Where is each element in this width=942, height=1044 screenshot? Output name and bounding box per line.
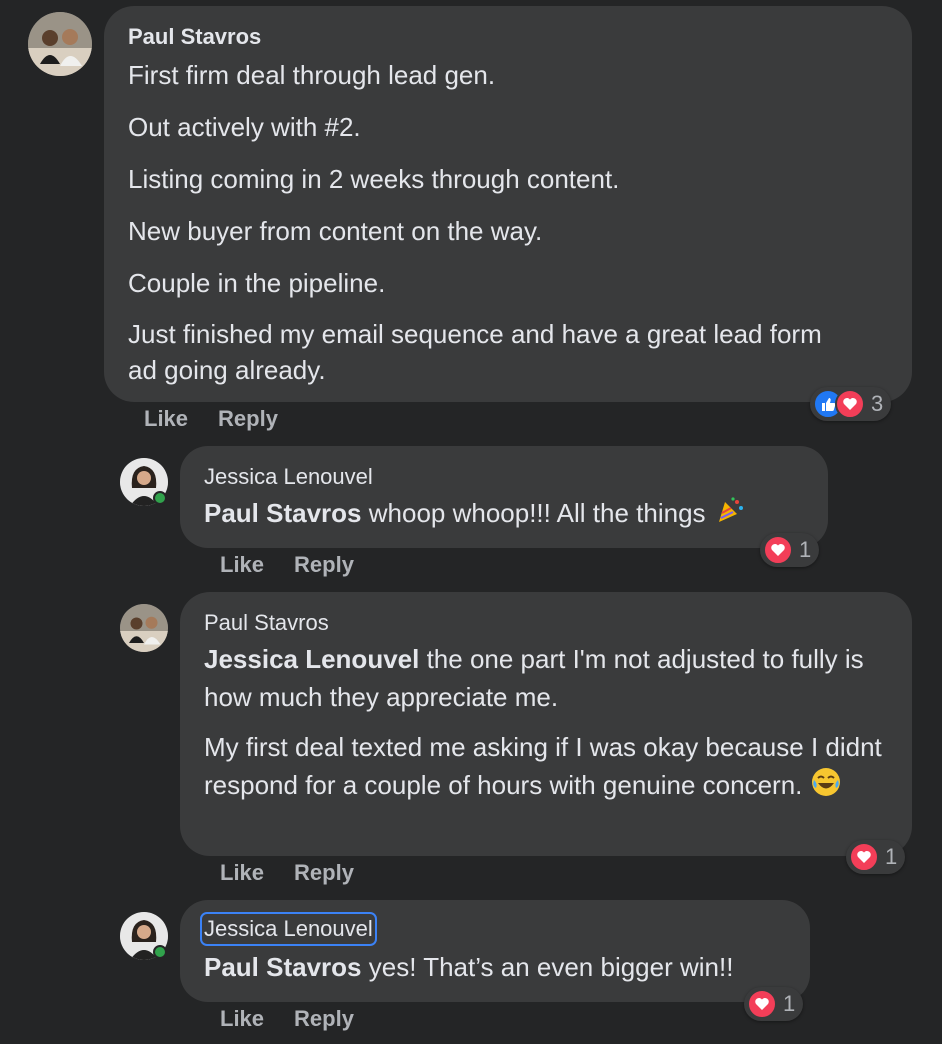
like-button[interactable]: Like (220, 860, 264, 885)
comment-bubble: Paul Stavros First firm deal through lea… (104, 6, 912, 402)
reaction-summary[interactable]: 3 (810, 387, 892, 421)
comment-actions: Like Reply (144, 406, 308, 432)
comment-text: Couple in the pipeline. (128, 268, 386, 298)
like-button[interactable]: Like (144, 406, 188, 431)
reaction-summary[interactable]: 1 (760, 533, 820, 567)
comment-actions: Like Reply (220, 860, 384, 886)
comment-text: Just finished my email sequence and have… (128, 319, 822, 385)
confetti-emoji (713, 494, 745, 536)
comment-text: Listing coming in 2 weeks through conten… (128, 164, 620, 194)
reaction-count: 1 (783, 991, 796, 1016)
love-icon (747, 989, 777, 1019)
reaction-count: 3 (871, 391, 884, 416)
comment-text: yes! That’s an even bigger win!! (368, 952, 734, 982)
comment-text: whoop whoop!!! All the things (368, 498, 706, 528)
mention-link[interactable]: Jessica Lenouvel (204, 644, 419, 674)
reaction-count: 1 (799, 537, 812, 562)
comment-bubble: Jessica Lenouvel Paul Stavros whoop whoo… (180, 446, 828, 548)
like-button[interactable]: Like (220, 1006, 264, 1031)
comment-author[interactable]: Jessica Lenouvel (204, 464, 373, 490)
avatar-paul-stavros[interactable] (120, 604, 168, 652)
reply-button[interactable]: Reply (294, 860, 354, 885)
comment-actions: Like Reply (220, 1006, 384, 1032)
online-status-indicator (153, 491, 167, 505)
comment-author[interactable]: Paul Stavros (204, 610, 329, 636)
love-icon (849, 842, 879, 872)
reply-button[interactable]: Reply (294, 552, 354, 577)
love-icon (763, 535, 793, 565)
laughing-tears-emoji (810, 766, 842, 808)
comment-author[interactable]: Jessica Lenouvel (200, 912, 377, 946)
avatar-paul-stavros[interactable] (28, 12, 92, 76)
comment-bubble: Jessica Lenouvel Paul Stavros yes! That’… (180, 900, 810, 1002)
like-button[interactable]: Like (220, 552, 264, 577)
mention-link[interactable]: Paul Stavros (204, 498, 362, 528)
love-icon (835, 389, 865, 419)
mention-link[interactable]: Paul Stavros (204, 952, 362, 982)
comment-text: New buyer from content on the way. (128, 216, 543, 246)
reply-button[interactable]: Reply (294, 1006, 354, 1031)
comment-text: Out actively with #2. (128, 112, 361, 142)
comment-actions: Like Reply (220, 552, 384, 578)
reaction-summary[interactable]: 1 (744, 987, 804, 1021)
comment-author[interactable]: Paul Stavros (128, 24, 261, 50)
comment-bubble: Paul Stavros Jessica Lenouvel the one pa… (180, 592, 912, 856)
comment-text: My first deal texted me asking if I was … (204, 732, 882, 800)
online-status-indicator (153, 945, 167, 959)
comment-text: First firm deal through lead gen. (128, 60, 496, 90)
reply-button[interactable]: Reply (218, 406, 278, 431)
reaction-summary[interactable]: 1 (846, 840, 906, 874)
reaction-count: 1 (885, 844, 898, 869)
